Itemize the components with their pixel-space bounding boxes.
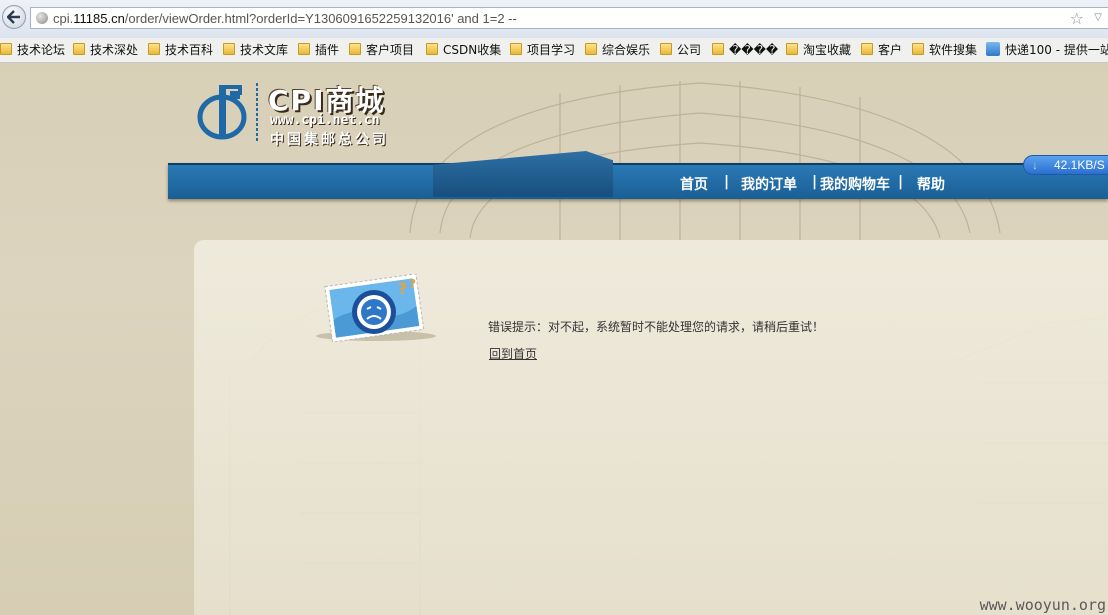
- bookmark-item[interactable]: 淘宝收藏: [786, 42, 851, 58]
- main-navbar: 首页 | 我的订单 | 我的购物车 | 帮助: [168, 151, 1108, 199]
- back-arrow-icon: [7, 10, 20, 24]
- nav-separator: |: [724, 174, 730, 190]
- folder-icon: [349, 43, 361, 55]
- address-bar: cpi.11185.cn/order/viewOrder.html?orderI…: [0, 0, 1108, 39]
- folder-icon: [73, 43, 85, 55]
- watermark: www.wooyun.org: [979, 596, 1106, 614]
- bookmark-item[interactable]: ����: [712, 42, 778, 58]
- nav-separator: |: [812, 174, 818, 190]
- nav-help[interactable]: 帮助: [917, 174, 945, 194]
- bookmark-item[interactable]: 技术深处: [73, 42, 138, 58]
- bookmark-item[interactable]: 技术文库: [223, 42, 288, 58]
- bookmark-star-icon[interactable]: ☆: [1070, 9, 1084, 28]
- folder-icon: [148, 43, 160, 55]
- bookmark-item[interactable]: 客户项目: [349, 42, 414, 58]
- error-stamp-icon: ? ?: [316, 274, 436, 342]
- bookmark-item[interactable]: 技术论坛: [0, 42, 65, 58]
- folder-icon: [912, 43, 924, 55]
- folder-icon: [223, 43, 235, 55]
- bookmark-item[interactable]: 项目学习: [510, 42, 575, 58]
- url-text[interactable]: cpi.11185.cn/order/viewOrder.html?orderI…: [53, 11, 517, 26]
- folder-icon: [0, 43, 12, 55]
- logo-company-name: 中国集邮总公司: [270, 132, 389, 148]
- folder-icon: [660, 43, 672, 55]
- bookmark-item[interactable]: 公司: [660, 42, 701, 58]
- svg-text:?: ?: [409, 277, 416, 291]
- page-content: CPI商城 www.cpi.net.cn 中国集邮总公司 首页 | 我的订单 |…: [0, 63, 1108, 615]
- folder-icon: [712, 43, 724, 55]
- cpi-emblem-icon: [197, 85, 247, 140]
- folder-icon: [298, 43, 310, 55]
- logo-divider: [256, 83, 258, 141]
- nav-my-orders[interactable]: 我的订单: [741, 174, 797, 194]
- error-panel: ? ? 错误提示：对不起，系统暂时不能处理您的请求，请稍后重试！ 回到首页: [194, 240, 1108, 615]
- bookmark-item[interactable]: CSDN收集: [426, 42, 501, 58]
- nav-home[interactable]: 首页: [680, 174, 708, 194]
- globe-icon: [36, 12, 48, 24]
- back-button[interactable]: [2, 5, 26, 29]
- svg-text:?: ?: [398, 279, 407, 298]
- nav-my-cart[interactable]: 我的购物车: [820, 174, 890, 194]
- folder-icon: [786, 43, 798, 55]
- download-speed-widget[interactable]: ↓ 42.1KB/S: [1023, 155, 1108, 175]
- back-home-link[interactable]: 回到首页: [489, 345, 537, 362]
- download-arrow-icon: ↓: [1032, 158, 1038, 172]
- bookmark-item[interactable]: 综合娱乐: [585, 42, 650, 58]
- bookmark-item[interactable]: 技术百科: [148, 42, 213, 58]
- kuaidi-icon: [986, 42, 1000, 56]
- bookmark-item[interactable]: 软件搜集: [912, 42, 977, 58]
- folder-icon: [861, 43, 873, 55]
- logo-website: www.cpi.net.cn: [270, 113, 380, 128]
- bookmark-item[interactable]: 快递100 - 提供一站: [986, 42, 1108, 58]
- folder-icon: [510, 43, 522, 55]
- folder-icon: [426, 43, 438, 55]
- bookmark-item[interactable]: 客户: [861, 42, 902, 58]
- error-message: 错误提示：对不起，系统暂时不能处理您的请求，请稍后重试！: [488, 320, 825, 334]
- cpi-logo[interactable]: CPI商城 www.cpi.net.cn 中国集邮总公司: [196, 79, 436, 148]
- nav-separator: |: [898, 174, 904, 190]
- url-field[interactable]: cpi.11185.cn/order/viewOrder.html?orderI…: [30, 7, 1108, 29]
- bookmarks-bar: 技术论坛 技术深处 技术百科 技术文库 插件 客户项目 CSDN收集 项目学习 …: [0, 38, 1108, 63]
- folder-icon: [585, 43, 597, 55]
- url-dropdown-icon[interactable]: ▽: [1094, 12, 1102, 23]
- bookmark-item[interactable]: 插件: [298, 42, 339, 58]
- download-speed: 42.1KB/S: [1054, 158, 1105, 172]
